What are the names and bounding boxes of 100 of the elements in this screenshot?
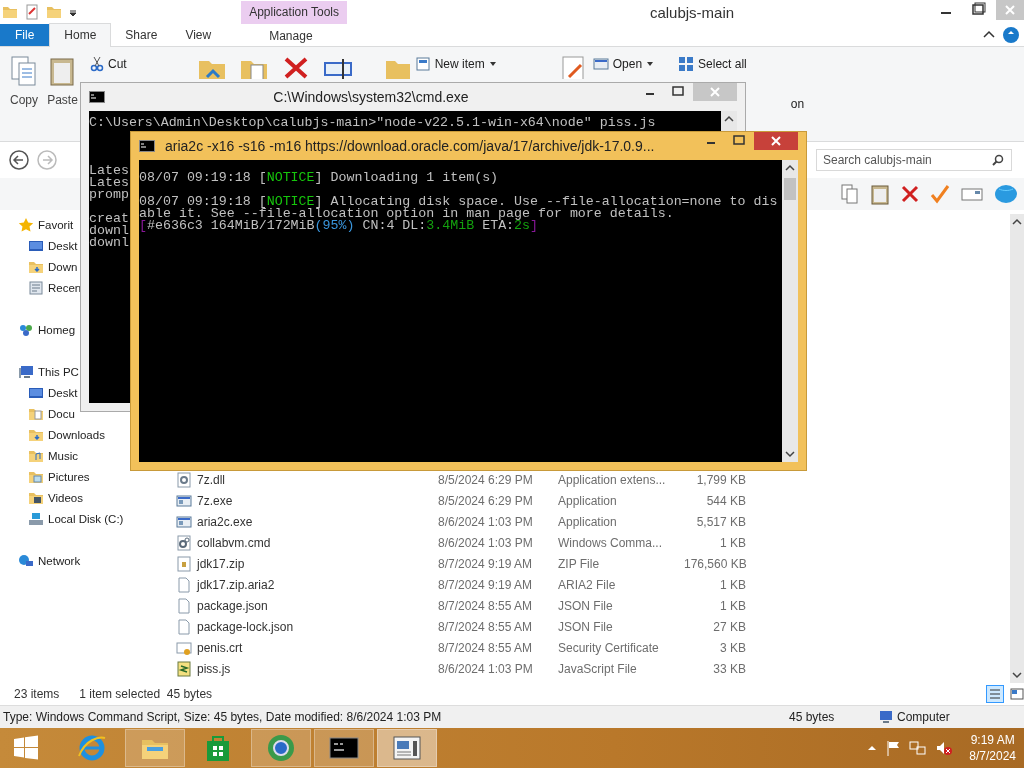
file-date: 8/7/2024 8:55 AM — [438, 598, 534, 613]
sidebar-item[interactable]: Deskt — [28, 382, 78, 403]
zip-file-icon — [176, 555, 192, 572]
clock-time[interactable]: 9:19 AM — [969, 732, 1016, 748]
scrollbar[interactable] — [1010, 214, 1024, 683]
file-type: Windows Comma... — [558, 535, 664, 550]
taskbar-button[interactable] — [314, 729, 374, 767]
sidebar-item[interactable]: Music — [28, 445, 79, 466]
sidebar-item[interactable]: Pictures — [28, 466, 90, 487]
speaker-muted-icon[interactable] — [935, 740, 954, 756]
script-file-icon — [176, 660, 192, 677]
flag-icon[interactable] — [885, 740, 902, 756]
globe-icon[interactable] — [994, 183, 1018, 205]
certificate-icon — [176, 639, 192, 656]
item-count: 23 items — [14, 687, 60, 701]
details-view-icon[interactable] — [986, 685, 1004, 703]
file-name[interactable]: aria2c.exe — [176, 513, 438, 530]
file-name[interactable]: 7z.exe — [176, 492, 438, 509]
sidebar-item[interactable]: Recen — [28, 277, 82, 298]
help-icon[interactable] — [1002, 26, 1020, 44]
sidebar-item[interactable]: Favorit — [18, 214, 74, 235]
open-button[interactable]: Open — [592, 55, 655, 73]
file-icon — [176, 618, 192, 635]
scroll-down-icon[interactable] — [785, 450, 795, 458]
tiles-view-icon[interactable] — [1008, 685, 1024, 703]
file-name[interactable]: penis.crt — [176, 639, 438, 656]
console-line: able it. See --file-allocation option in man page for more details. — [139, 208, 675, 220]
sidebar-item[interactable]: Homeg — [18, 319, 76, 340]
file-type: Security Certificate — [558, 640, 660, 655]
file-icon — [176, 576, 192, 593]
program-icon — [176, 492, 192, 509]
file-date: 8/6/2024 1:03 PM — [438, 535, 534, 550]
file-name[interactable]: 7z.dll — [176, 471, 438, 488]
sidebar-item[interactable]: Docu — [28, 403, 75, 424]
console-text: promp — [89, 187, 129, 202]
file-size: 1 KB — [719, 598, 746, 613]
file-type: Application — [558, 493, 618, 508]
scroll-thumb[interactable] — [784, 178, 796, 200]
sidebar-item[interactable]: This PC — [18, 361, 79, 382]
ribbon-tab[interactable]: Manage — [241, 24, 348, 46]
console-line: [#e636c3 164MiB/172MiB(95%) CN:4 DL:3.4MiB ETA:2s] — [139, 220, 540, 232]
sidebar-item[interactable]: Deskt — [28, 235, 78, 256]
file-type: Application — [558, 514, 618, 529]
caret-icon — [488, 60, 497, 68]
scroll-down-icon[interactable] — [1012, 671, 1022, 679]
show-hidden-icons-icon[interactable] — [867, 743, 878, 753]
file-icon — [176, 597, 192, 614]
star-icon — [18, 216, 34, 233]
console-text: Lates — [89, 163, 129, 178]
clipboard-icon[interactable] — [870, 183, 890, 205]
ribbon-tab[interactable]: Share — [111, 24, 172, 46]
cut-button[interactable]: Cut — [90, 55, 127, 73]
file-size: 176,560 KB — [684, 556, 746, 571]
file-name[interactable]: package-lock.json — [176, 618, 438, 635]
ribbon-tab[interactable]: View — [171, 24, 226, 46]
file-name[interactable]: collabvm.cmd — [176, 534, 438, 551]
file-type: JSON File — [558, 598, 614, 613]
sidebar-item[interactable]: Down — [28, 256, 78, 277]
scroll-up-icon[interactable] — [785, 164, 795, 172]
ribbon-tab[interactable]: File — [0, 24, 50, 46]
file-name[interactable]: jdk17.zip — [176, 555, 438, 572]
clock-date[interactable]: 8/7/2024 — [969, 748, 1016, 764]
sidebar-item[interactable]: Network — [18, 550, 81, 571]
gear-file-icon — [176, 471, 192, 488]
console-text: C:\Users\Admin\Desktop\calubjs-main>"node-v22.5.1-win-x64\node" piss.js — [89, 115, 656, 130]
console-text: Lates — [89, 175, 129, 190]
sidebar-item[interactable]: Local Disk (C:) — [28, 508, 124, 529]
file-name[interactable]: package.json — [176, 597, 438, 614]
file-date: 8/6/2024 1:03 PM — [438, 661, 534, 676]
console-line: 08/07 09:19:18 [NOTICE] Downloading 1 item(s) — [139, 172, 500, 184]
back-icon[interactable] — [8, 149, 30, 171]
copy-button[interactable]: Copy — [6, 55, 42, 107]
file-name[interactable]: piss.js — [176, 660, 438, 677]
network-icon[interactable] — [909, 740, 928, 756]
delete-icon[interactable] — [900, 183, 920, 205]
sidebar-item[interactable]: Downloads — [28, 424, 105, 445]
close-icon[interactable] — [754, 132, 798, 150]
file-type: ARIA2 File — [558, 577, 617, 592]
copy-icon — [9, 55, 39, 87]
scroll-up-icon[interactable] — [1012, 218, 1022, 226]
sidebar-item[interactable]: Videos — [28, 487, 83, 508]
scrollbar[interactable] — [782, 160, 798, 462]
new-item-button[interactable]: New item — [414, 55, 497, 73]
console-icon — [139, 140, 155, 152]
file-size: 544 KB — [705, 493, 746, 508]
window-title: C:\Windows\system32\cmd.exe — [272, 89, 470, 105]
ribbon-label: on — [790, 97, 805, 111]
ribbon-tab[interactable]: Home — [49, 23, 112, 47]
copy-icon[interactable] — [840, 183, 860, 205]
scissors-icon — [90, 56, 104, 72]
paste-button[interactable]: Paste — [47, 55, 78, 107]
taskbar-button[interactable] — [377, 729, 437, 767]
start-icon[interactable] — [12, 734, 40, 762]
checkmark-icon[interactable] — [930, 183, 950, 205]
scroll-up-icon[interactable] — [724, 115, 734, 123]
file-date: 8/7/2024 9:19 AM — [438, 556, 534, 571]
file-name[interactable]: jdk17.zip.aria2 — [176, 576, 438, 593]
properties-icon[interactable] — [24, 4, 40, 20]
select-all-button[interactable]: Select all — [678, 55, 747, 73]
search-field[interactable]: Search calubjs-main — [816, 149, 1012, 171]
